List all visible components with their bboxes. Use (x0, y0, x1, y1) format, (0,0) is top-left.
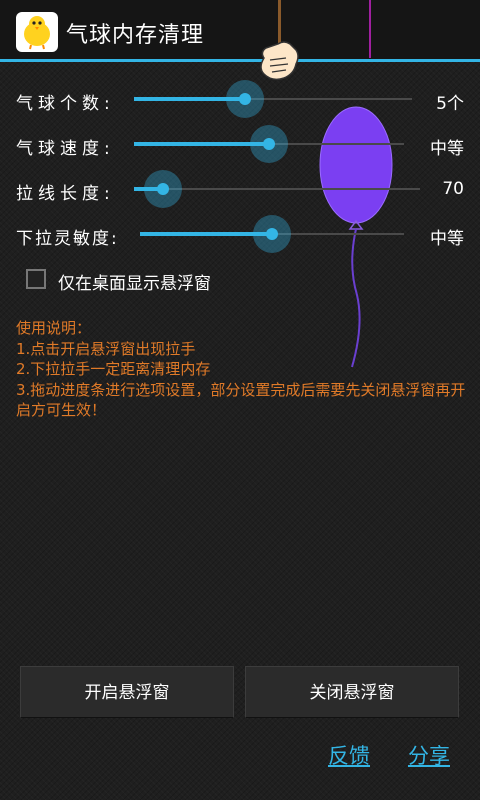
open-floating-window-button[interactable]: 开启悬浮窗 (20, 666, 234, 718)
slider-thumb[interactable] (250, 125, 288, 163)
slider-track[interactable] (140, 215, 404, 253)
setting-value: 中等 (430, 229, 464, 249)
instruction-line: 3.拖动进度条进行选项设置，部分设置完成后需要先关闭悬浮窗再开启方可生效！ (16, 380, 466, 420)
setting-label: 气球速度: (16, 139, 115, 159)
setting-value: 70 (442, 179, 464, 199)
feedback-link[interactable]: 反馈 (328, 740, 370, 770)
instructions: 使用说明： 1.点击开启悬浮窗出现拉手 2.下拉拉手一定距离清理内存 3.拖动进… (16, 318, 466, 421)
setting-label: 下拉灵敏度: (16, 229, 119, 249)
yellow-chick-icon[interactable] (16, 12, 58, 52)
setting-label: 拉线长度: (16, 184, 115, 204)
balloon-string-top (369, 0, 371, 58)
instruction-line: 1.点击开启悬浮窗出现拉手 (16, 339, 196, 358)
slider-thumb[interactable] (253, 215, 291, 253)
desktop-only-label[interactable]: 仅在桌面显示悬浮窗 (58, 269, 211, 294)
setting-value: 5个 (436, 94, 464, 114)
instruction-line: 2.下拉拉手一定距离清理内存 (16, 360, 211, 378)
instructions-heading: 使用说明： (16, 319, 92, 337)
slider-track[interactable] (134, 170, 420, 208)
setting-label: 气球个数: (16, 94, 115, 114)
close-floating-window-button[interactable]: 关闭悬浮窗 (245, 666, 459, 718)
desktop-only-checkbox[interactable] (26, 269, 46, 289)
share-link[interactable]: 分享 (408, 740, 450, 770)
slider-thumb[interactable] (226, 80, 264, 118)
action-bar: 气球内存清理 (0, 0, 480, 62)
slider-fill (134, 142, 269, 146)
app-title: 气球内存清理 (66, 23, 205, 48)
slider-track[interactable] (134, 80, 412, 118)
slider-track[interactable] (134, 125, 404, 163)
setting-value: 中等 (430, 139, 464, 159)
pull-hand-icon[interactable] (250, 0, 310, 90)
slider-thumb[interactable] (144, 170, 182, 208)
